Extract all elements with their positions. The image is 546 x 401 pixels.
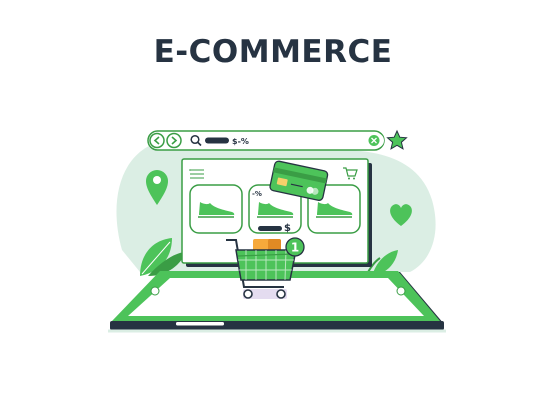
search-input[interactable]: $-% — [184, 133, 384, 148]
price-bar — [258, 226, 282, 231]
page: E-COMMERCE $-% -% $ 1 — [0, 0, 546, 401]
price-badge: $ — [284, 223, 291, 234]
forward-arrow-icon[interactable] — [166, 132, 182, 149]
back-arrow-icon[interactable] — [149, 132, 165, 149]
cart-count-text: 1 — [291, 241, 299, 255]
browser-bar: $-% — [147, 130, 385, 151]
ecommerce-illustration: $ -% -% $ 1 — [108, 129, 446, 333]
search-query-text: $-% — [232, 137, 249, 146]
clear-icon[interactable] — [368, 135, 380, 146]
cart-count-badge: 1 — [285, 237, 305, 257]
discount-badge: -% — [252, 190, 262, 198]
product-card-1[interactable] — [189, 184, 243, 234]
star-icon[interactable] — [386, 129, 408, 150]
